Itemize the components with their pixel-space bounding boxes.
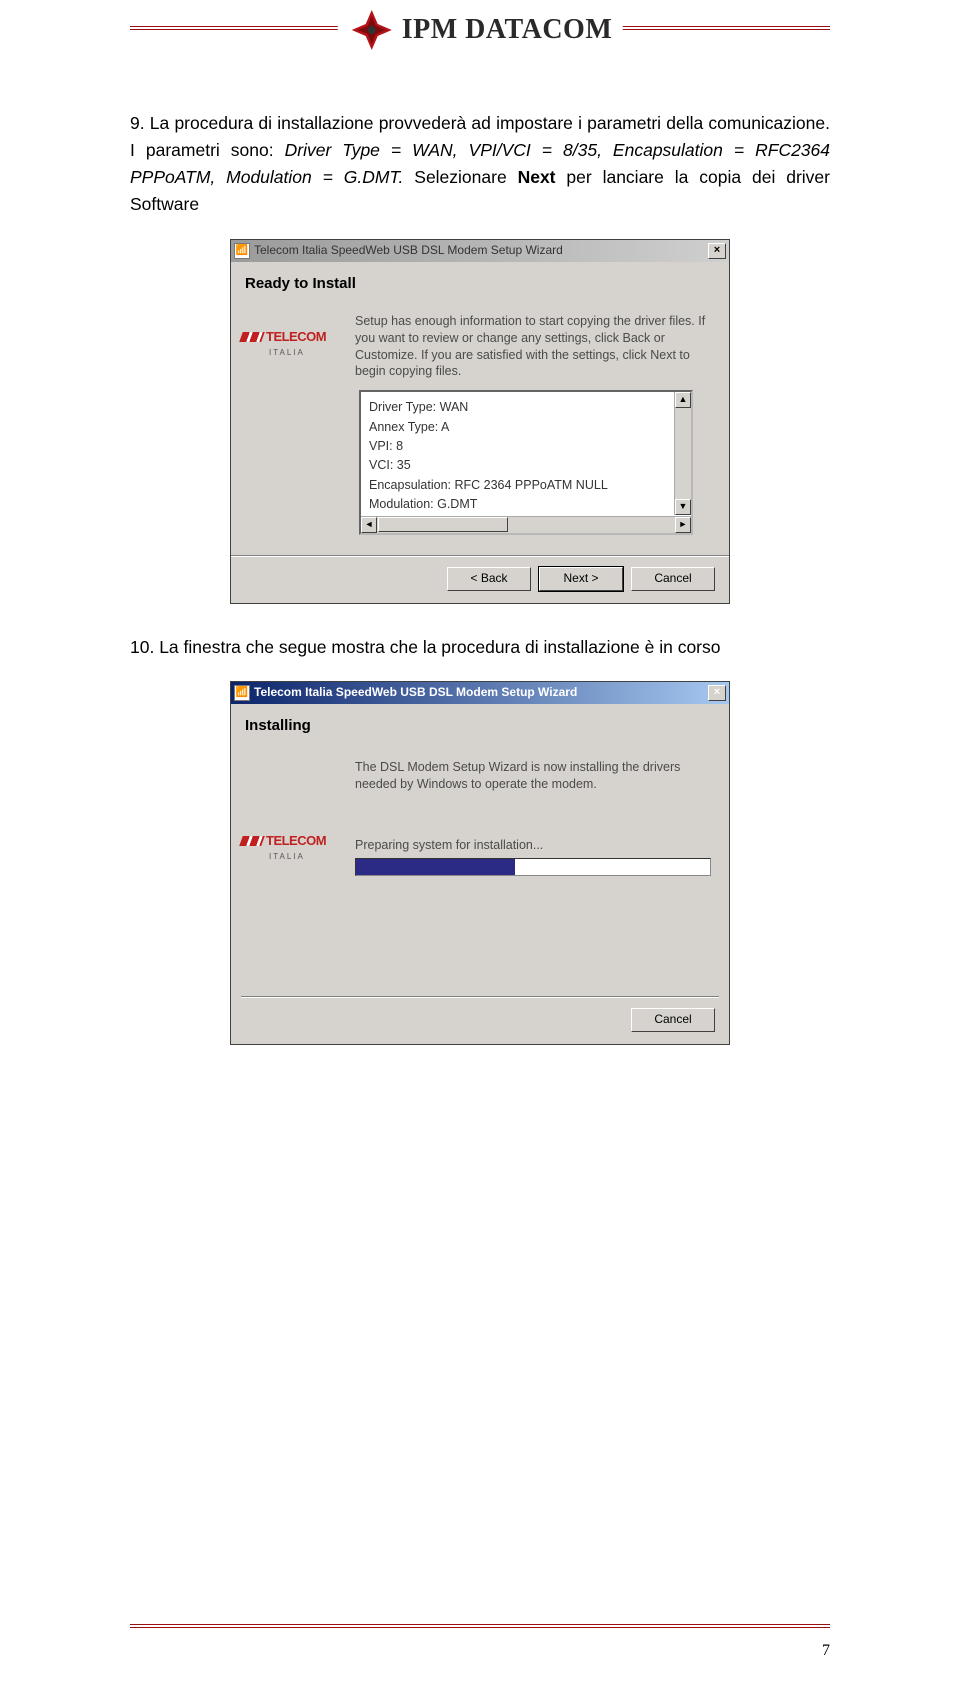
scroll-left-icon[interactable]: ◄ [361, 517, 377, 533]
p10-t1: La finestra che segue mostra che la proc… [159, 637, 720, 657]
progress-fill [356, 859, 515, 875]
telecom-logo: TELECOM [241, 327, 345, 347]
page-number: 7 [822, 1642, 830, 1660]
setting-driver-type: Driver Type: WAN [369, 398, 683, 417]
scroll-up-icon[interactable]: ▲ [675, 392, 691, 408]
dlg1-title: Telecom Italia SpeedWeb USB DSL Modem Se… [254, 241, 708, 260]
header-logo: IPM DATACOM [338, 6, 623, 54]
dlg1-heading: Ready to Install [245, 272, 729, 295]
paragraph-9: 9. La procedura di installazione provved… [130, 110, 830, 219]
close-button[interactable]: × [708, 685, 726, 701]
p9-next: Next [518, 167, 556, 187]
back-button[interactable]: < Back [447, 567, 531, 591]
cancel-button[interactable]: Cancel [631, 1008, 715, 1032]
paragraph-10: 10. La finestra che segue mostra che la … [130, 634, 830, 661]
close-button[interactable]: × [708, 243, 726, 259]
footer-rule [130, 1624, 830, 1628]
setting-annex-type: Annex Type: A [369, 418, 683, 437]
telecom-logo-text: TELECOM [266, 329, 326, 344]
settings-box: Driver Type: WAN Annex Type: A VPI: 8 VC… [359, 390, 693, 534]
scroll-right-icon[interactable]: ► [675, 517, 691, 533]
dlg1-description: Setup has enough information to start co… [355, 313, 711, 381]
ready-to-install-dialog: 📶 Telecom Italia SpeedWeb USB DSL Modem … [230, 239, 730, 604]
next-button[interactable]: Next > [539, 567, 623, 591]
brand-text: IPM DATACOM [402, 14, 613, 46]
dlg2-status: Preparing system for installation... [355, 837, 711, 854]
scrollbar-horizontal[interactable]: ◄ ► [361, 516, 691, 533]
telecom-logo-sub: ITALIA [269, 851, 345, 863]
scroll-down-icon[interactable]: ▼ [675, 499, 691, 515]
telecom-logo-sub: ITALIA [269, 347, 345, 359]
dlg2-description: The DSL Modem Setup Wizard is now instal… [355, 759, 711, 793]
p10-lead: 10. [130, 637, 154, 657]
scroll-thumb[interactable] [378, 517, 508, 532]
telecom-logo-text: TELECOM [266, 833, 326, 848]
setting-vci: VCI: 35 [369, 456, 683, 475]
telecom-logo: TELECOM [241, 831, 345, 851]
scrollbar-vertical[interactable]: ▲ ▼ [674, 392, 691, 514]
page-content: 9. La procedura di installazione provved… [130, 110, 830, 1075]
ipm-logo-icon [348, 6, 396, 54]
dlg1-titlebar: 📶 Telecom Italia SpeedWeb USB DSL Modem … [231, 240, 729, 262]
setting-encapsulation: Encapsulation: RFC 2364 PPPoATM NULL [369, 476, 683, 495]
dlg2-heading: Installing [245, 714, 729, 737]
p9-lead: 9. [130, 113, 145, 133]
p9-t2: Selezionare [414, 167, 517, 187]
dlg2-titlebar: 📶 Telecom Italia SpeedWeb USB DSL Modem … [231, 682, 729, 704]
progress-bar [355, 858, 711, 876]
cancel-button[interactable]: Cancel [631, 567, 715, 591]
setting-modulation: Modulation: G.DMT [369, 495, 683, 514]
installing-dialog: 📶 Telecom Italia SpeedWeb USB DSL Modem … [230, 681, 730, 1045]
app-icon: 📶 [234, 243, 250, 259]
app-icon: 📶 [234, 685, 250, 701]
dlg2-title: Telecom Italia SpeedWeb USB DSL Modem Se… [254, 683, 708, 702]
setting-vpi: VPI: 8 [369, 437, 683, 456]
